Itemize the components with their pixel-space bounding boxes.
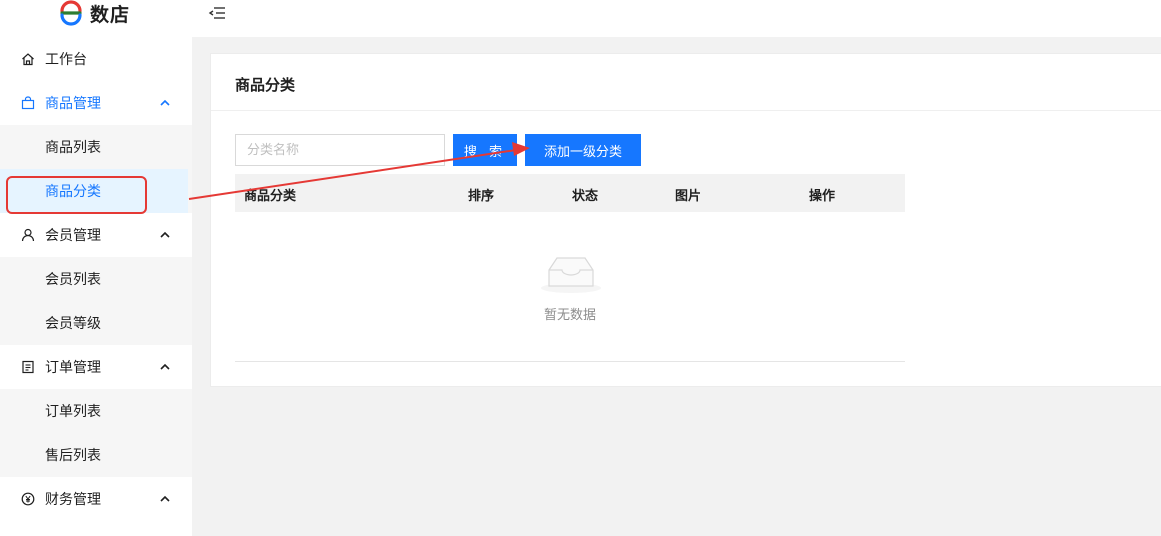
table-header: 商品分类 排序 状态 图片 操作 xyxy=(235,174,905,212)
collapse-menu-icon[interactable] xyxy=(208,5,226,21)
chevron-up-icon[interactable] xyxy=(159,494,171,504)
annotation-highlight-box xyxy=(6,176,147,214)
sidebar-item-goods-list[interactable]: 商品列表 xyxy=(0,125,192,169)
sidebar: 工作台 商品管理 商品列表 商品分类 会员管理 会员列表 会员等级 订单管理 订… xyxy=(0,37,192,536)
app-name: 数店 xyxy=(90,3,131,26)
sidebar-item-label: 订单管理 xyxy=(45,360,101,376)
sidebar-item-workbench[interactable]: 工作台 xyxy=(0,37,192,81)
main-content: 商品分类 搜 索 添加一级分类 商品分类 排序 状态 图片 操作 xyxy=(192,37,1161,536)
page-title: 商品分类 xyxy=(235,76,296,94)
add-top-level-category-button[interactable]: 添加一级分类 xyxy=(525,134,641,166)
sidebar-item-label: 会员管理 xyxy=(45,228,101,244)
submenu-order: 订单列表 售后列表 xyxy=(0,389,192,477)
sidebar-item-label: 商品管理 xyxy=(45,96,101,112)
sidebar-item-label: 财务管理 xyxy=(45,492,101,508)
category-table: 商品分类 排序 状态 图片 操作 暂无数据 xyxy=(235,174,905,362)
column-header-sort[interactable]: 排序 xyxy=(468,185,494,204)
sidebar-item-member-level[interactable]: 会员等级 xyxy=(0,301,192,345)
category-name-input[interactable] xyxy=(235,134,445,166)
logo[interactable]: 数店 xyxy=(58,0,130,26)
chevron-up-icon[interactable] xyxy=(159,230,171,240)
home-icon xyxy=(22,53,34,66)
column-header-image[interactable]: 图片 xyxy=(675,185,701,204)
chevron-up-icon[interactable] xyxy=(159,98,171,108)
empty-inbox-icon xyxy=(541,257,601,293)
app-root: 数店 工作台 商品管理 商品列表 商品分类 会员管理 会员列表 会员等级 订单管… xyxy=(0,0,1161,536)
bag-icon xyxy=(21,96,35,110)
sidebar-item-label: 工作台 xyxy=(45,52,87,68)
sidebar-item-aftersale-list[interactable]: 售后列表 xyxy=(0,433,192,477)
sidebar-item-member-list[interactable]: 会员列表 xyxy=(0,257,192,301)
top-header: 数店 xyxy=(0,0,1161,37)
sidebar-item-member-management[interactable]: 会员管理 xyxy=(0,213,192,257)
submenu-member: 会员列表 会员等级 xyxy=(0,257,192,345)
yen-icon xyxy=(21,492,35,506)
user-icon xyxy=(21,228,35,242)
document-icon xyxy=(22,360,34,374)
chevron-up-icon[interactable] xyxy=(159,362,171,372)
sidebar-item-finance-management[interactable]: 财务管理 xyxy=(0,477,192,521)
column-header-category[interactable]: 商品分类 xyxy=(244,185,296,204)
card-divider xyxy=(211,110,1161,111)
logo-icon xyxy=(60,0,82,26)
empty-state: 暂无数据 xyxy=(235,212,905,362)
empty-text: 暂无数据 xyxy=(543,308,596,323)
sidebar-item-goods-management[interactable]: 商品管理 xyxy=(0,81,192,125)
sidebar-item-order-list[interactable]: 订单列表 xyxy=(0,389,192,433)
category-card: 商品分类 搜 索 添加一级分类 商品分类 排序 状态 图片 操作 xyxy=(210,53,1161,387)
column-header-actions[interactable]: 操作 xyxy=(809,185,835,204)
search-button[interactable]: 搜 索 xyxy=(453,134,517,166)
column-header-status[interactable]: 状态 xyxy=(572,185,598,204)
sidebar-item-order-management[interactable]: 订单管理 xyxy=(0,345,192,389)
